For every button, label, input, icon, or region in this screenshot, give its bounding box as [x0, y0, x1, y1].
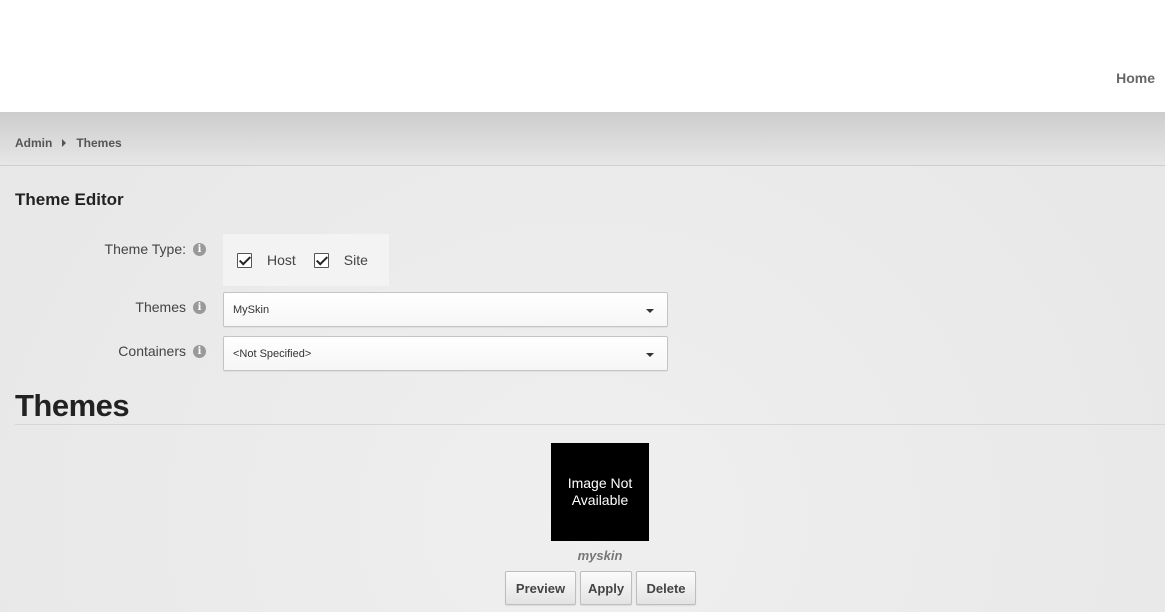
- containers-label-row: Containers i: [118, 343, 206, 359]
- host-checkbox[interactable]: [237, 252, 252, 268]
- breadcrumb-admin[interactable]: Admin: [15, 136, 52, 150]
- containers-select[interactable]: <Not Specified>: [223, 336, 668, 371]
- info-icon[interactable]: i: [193, 242, 206, 256]
- theme-type-label-row: Theme Type: i: [105, 241, 206, 257]
- containers-select-value: <Not Specified>: [233, 347, 312, 360]
- top-header: Home: [0, 0, 1165, 112]
- page-title: Theme Editor: [15, 190, 124, 209]
- thumbnail-placeholder-text: Image Not Available: [567, 475, 633, 508]
- nav-home-link[interactable]: Home: [1116, 70, 1155, 86]
- theme-type-checkbox-group: Host Site: [223, 234, 389, 286]
- chevron-down-icon: [646, 353, 654, 357]
- breadcrumb-bar: Admin Themes: [0, 112, 1165, 166]
- host-checkbox-item[interactable]: Host: [237, 252, 296, 268]
- chevron-right-icon: [62, 139, 67, 147]
- themes-heading: Themes: [15, 388, 130, 423]
- site-checkbox[interactable]: [313, 252, 329, 268]
- info-icon[interactable]: i: [193, 344, 206, 358]
- apply-button[interactable]: Apply: [580, 571, 632, 605]
- theme-type-label: Theme Type:: [104, 241, 186, 257]
- theme-thumbnail: Image Not Available: [551, 443, 649, 541]
- breadcrumb-themes[interactable]: Themes: [76, 136, 121, 150]
- themes-select[interactable]: MySkin: [223, 292, 668, 327]
- skin-name: myskin: [577, 548, 623, 563]
- containers-label: Containers: [118, 343, 186, 359]
- themes-label-row: Themes i: [135, 299, 206, 315]
- themes-label: Themes: [135, 299, 186, 315]
- preview-button[interactable]: Preview: [505, 571, 576, 605]
- host-checkbox-label[interactable]: Host: [267, 252, 296, 268]
- themes-select-value: MySkin: [233, 303, 270, 316]
- info-icon[interactable]: i: [193, 300, 206, 314]
- chevron-down-icon: [646, 309, 654, 313]
- site-checkbox-label[interactable]: Site: [344, 252, 368, 268]
- delete-button[interactable]: Delete: [636, 571, 696, 605]
- breadcrumb: Admin Themes: [15, 136, 122, 150]
- divider: [15, 424, 1165, 425]
- site-checkbox-item[interactable]: Site: [313, 252, 368, 268]
